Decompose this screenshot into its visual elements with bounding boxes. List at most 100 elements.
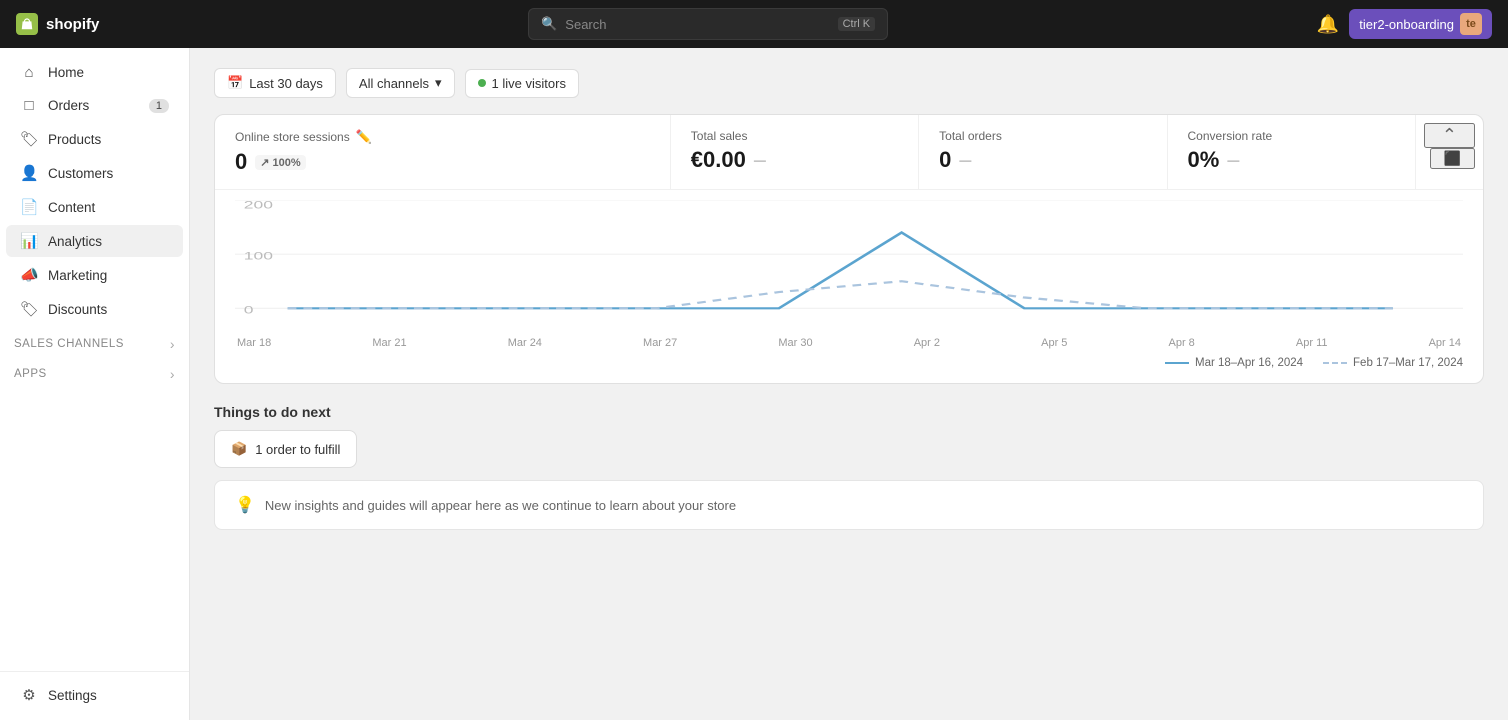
orders-badge: 1 — [149, 99, 169, 113]
export-button[interactable]: ⬛ — [1430, 148, 1475, 169]
sidebar-item-label: Home — [48, 65, 84, 80]
sidebar-item-content[interactable]: 📄 Content — [6, 191, 183, 223]
sidebar-item-customers[interactable]: 👤 Customers — [6, 157, 183, 189]
things-to-do-section: Things to do next 📦 1 order to fulfill 💡… — [214, 404, 1484, 530]
discounts-icon: 🏷 — [20, 300, 38, 318]
sidebar: ⌂ Home □ Orders 1 🏷 Products 👤 Customers… — [0, 48, 190, 720]
analytics-icon: 📊 — [20, 232, 38, 250]
chart-label-4: Mar 30 — [778, 337, 812, 349]
search-shortcut: Ctrl K — [838, 17, 876, 31]
chart-label-2: Mar 24 — [508, 337, 542, 349]
search-placeholder: Search — [565, 17, 606, 32]
legend-previous-label: Feb 17–Mar 17, 2024 — [1353, 357, 1463, 369]
conversion-rate-sub: — — [1227, 153, 1239, 167]
chart-area: 200 100 0 Mar 18 Mar 21 Mar 24 Mar 27 Ma… — [215, 190, 1483, 383]
notification-bell-button[interactable]: 🔔 — [1317, 14, 1339, 35]
conversion-rate-stat: Conversion rate 0% — — [1168, 115, 1416, 189]
chart-label-6: Apr 5 — [1041, 337, 1067, 349]
chart-label-7: Apr 8 — [1169, 337, 1195, 349]
edit-icon[interactable]: ✏️ — [356, 129, 372, 145]
chevron-down-icon: ▾ — [435, 75, 442, 91]
user-account-button[interactable]: tier2-onboarding te — [1349, 9, 1492, 39]
topbar: shopify 🔍 Search Ctrl K 🔔 tier2-onboardi… — [0, 0, 1508, 48]
fulfill-order-button[interactable]: 📦 1 order to fulfill — [214, 430, 357, 468]
total-sales-stat: Total sales €0.00 — — [671, 115, 919, 189]
home-icon: ⌂ — [20, 64, 38, 81]
brand-name: shopify — [46, 16, 99, 33]
marketing-icon: 📣 — [20, 266, 38, 284]
lightbulb-icon: 💡 — [235, 495, 255, 515]
sidebar-item-label: Discounts — [48, 302, 107, 317]
total-orders-label: Total orders — [939, 129, 1002, 143]
chart-label-3: Mar 27 — [643, 337, 677, 349]
channels-filter-button[interactable]: All channels ▾ — [346, 68, 455, 98]
online-sessions-label: Online store sessions — [235, 130, 350, 144]
apps-chevron-icon: › — [170, 366, 175, 382]
date-range-label: Last 30 days — [249, 76, 323, 91]
sidebar-item-label: Marketing — [48, 268, 107, 283]
filter-bar: 📅 Last 30 days All channels ▾ 1 live vis… — [214, 68, 1484, 98]
legend-previous: Feb 17–Mar 17, 2024 — [1323, 357, 1463, 369]
collapse-button[interactable]: ⌃ — [1424, 123, 1475, 148]
total-sales-sub: — — [754, 153, 766, 167]
sidebar-item-settings[interactable]: ⚙ Settings — [6, 679, 183, 711]
orders-icon: □ — [20, 97, 38, 114]
sidebar-item-label: Products — [48, 132, 101, 147]
insights-text: New insights and guides will appear here… — [265, 498, 736, 513]
sidebar-item-label: Content — [48, 200, 95, 215]
channels-label: All channels — [359, 76, 429, 91]
live-visitors-label: 1 live visitors — [492, 76, 566, 91]
topbar-left: shopify — [16, 13, 99, 35]
apps-section[interactable]: Apps › — [0, 356, 189, 386]
sidebar-item-analytics[interactable]: 📊 Analytics — [6, 225, 183, 257]
sales-channels-label: Sales channels — [14, 338, 124, 350]
sales-channels-chevron-icon: › — [170, 336, 175, 352]
conversion-rate-label: Conversion rate — [1188, 129, 1273, 143]
svg-text:100: 100 — [244, 251, 273, 263]
total-orders-value: 0 — [939, 147, 951, 173]
avatar-initials: te — [1466, 18, 1476, 30]
fulfill-order-label: 1 order to fulfill — [255, 442, 340, 457]
live-dot-icon — [478, 79, 486, 87]
content-icon: 📄 — [20, 198, 38, 216]
online-sessions-value: 0 — [235, 149, 247, 175]
live-visitors-button[interactable]: 1 live visitors — [465, 69, 579, 98]
sidebar-item-marketing[interactable]: 📣 Marketing — [6, 259, 183, 291]
chart-label-0: Mar 18 — [237, 337, 271, 349]
sidebar-bottom: ⚙ Settings — [0, 671, 189, 712]
sidebar-item-label: Settings — [48, 688, 97, 703]
chart-label-8: Apr 11 — [1296, 337, 1328, 349]
chart-x-labels: Mar 18 Mar 21 Mar 24 Mar 27 Mar 30 Apr 2… — [235, 337, 1463, 349]
stats-card: Online store sessions ✏️ 0 ↗ 100% Total … — [214, 114, 1484, 384]
card-actions: ⌃ ⬛ — [1416, 115, 1483, 189]
conversion-rate-value: 0% — [1188, 147, 1220, 173]
svg-text:200: 200 — [244, 200, 273, 212]
calendar-icon: 📅 — [227, 75, 243, 91]
search-bar[interactable]: 🔍 Search Ctrl K — [528, 8, 888, 40]
sales-channels-section[interactable]: Sales channels › — [0, 326, 189, 356]
online-sessions-sub: ↗ 100% — [255, 155, 305, 170]
main-content: 📅 Last 30 days All channels ▾ 1 live vis… — [190, 48, 1508, 720]
sidebar-item-orders[interactable]: □ Orders 1 — [6, 90, 183, 121]
date-range-button[interactable]: 📅 Last 30 days — [214, 68, 336, 98]
settings-icon: ⚙ — [20, 686, 38, 704]
shopify-bag-icon — [16, 13, 38, 35]
sidebar-item-products[interactable]: 🏷 Products — [6, 123, 183, 155]
layout: ⌂ Home □ Orders 1 🏷 Products 👤 Customers… — [0, 48, 1508, 720]
apps-label: Apps — [14, 368, 47, 380]
customers-icon: 👤 — [20, 164, 38, 182]
topbar-right: 🔔 tier2-onboarding te — [1317, 9, 1492, 39]
total-sales-value: €0.00 — [691, 147, 746, 173]
sidebar-item-label: Customers — [48, 166, 113, 181]
search-icon: 🔍 — [541, 16, 557, 32]
chart-label-9: Apr 14 — [1429, 337, 1461, 349]
sidebar-item-home[interactable]: ⌂ Home — [6, 57, 183, 88]
total-orders-sub: — — [959, 153, 971, 167]
sidebar-item-label: Analytics — [48, 234, 102, 249]
chart-legend: Mar 18–Apr 16, 2024 Feb 17–Mar 17, 2024 — [235, 349, 1463, 373]
sidebar-item-discounts[interactable]: 🏷 Discounts — [6, 293, 183, 325]
stats-header: Online store sessions ✏️ 0 ↗ 100% Total … — [215, 115, 1483, 190]
online-sessions-stat: Online store sessions ✏️ 0 ↗ 100% — [215, 115, 671, 189]
legend-current: Mar 18–Apr 16, 2024 — [1165, 357, 1303, 369]
legend-current-label: Mar 18–Apr 16, 2024 — [1195, 357, 1303, 369]
